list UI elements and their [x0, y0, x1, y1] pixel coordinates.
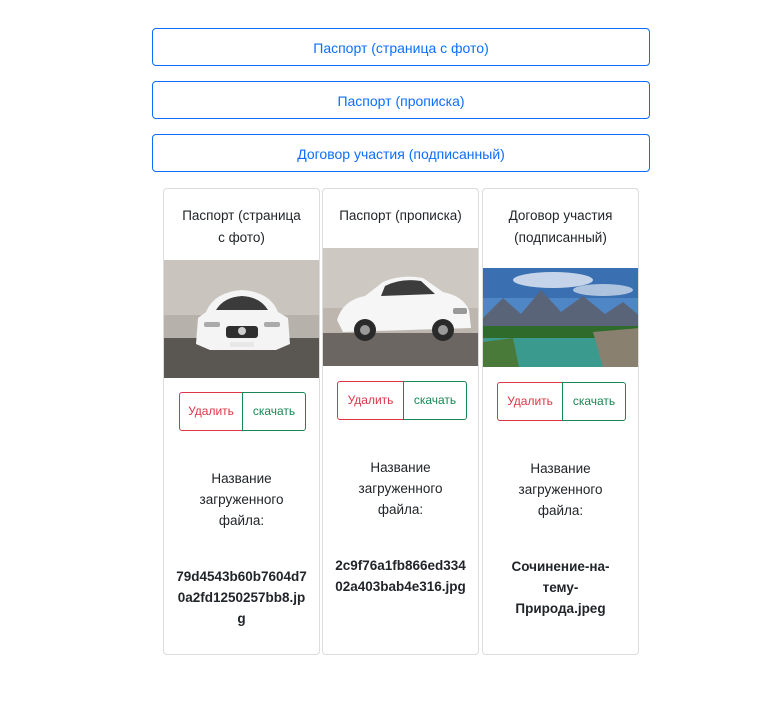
delete-button[interactable]: Удалить	[337, 381, 404, 420]
card-title: Паспорт (страница с фото)	[182, 208, 301, 245]
download-button[interactable]: скачать	[242, 392, 306, 431]
document-card-passport-registration: Паспорт (прописка) Удалить скачать Назва…	[322, 188, 479, 655]
delete-button[interactable]: Удалить	[179, 392, 243, 431]
filename-label: Название загруженного файла:	[199, 471, 284, 528]
filename: Сочинение-на-тему-Природа.jpeg	[511, 559, 610, 616]
download-button[interactable]: скачать	[403, 381, 467, 420]
uploaded-image-nature	[483, 268, 638, 367]
filename: 79d4543b60b7604d70a2fd1250257bb8.jpg	[176, 569, 307, 626]
file-actions: Удалить скачать	[497, 382, 626, 421]
download-button[interactable]: скачать	[562, 382, 626, 421]
filename: 2c9f76a1fb866ed33402a403bab4e316.jpg	[335, 558, 466, 594]
uploaded-image-car-front	[164, 260, 319, 378]
card-title: Договор участия (подписанный)	[508, 208, 613, 245]
filename-label: Название загруженного файла:	[518, 461, 603, 518]
upload-contract-button[interactable]: Договор участия (подписанный)	[152, 134, 650, 172]
document-card-passport-photo: Паспорт (страница с фото) Удалить скачат…	[163, 188, 320, 655]
document-card-contract: Договор участия (подписанный) Удалить ск…	[482, 188, 639, 655]
card-title: Паспорт (прописка)	[339, 208, 462, 223]
filename-label: Название загруженного файла:	[358, 460, 443, 517]
file-actions: Удалить скачать	[337, 381, 467, 420]
delete-button[interactable]: Удалить	[497, 382, 563, 421]
upload-passport-registration-button[interactable]: Паспорт (прописка)	[152, 81, 650, 119]
uploaded-image-car-side	[323, 248, 478, 366]
upload-passport-photo-button[interactable]: Паспорт (страница с фото)	[152, 28, 650, 66]
file-actions: Удалить скачать	[179, 392, 306, 431]
